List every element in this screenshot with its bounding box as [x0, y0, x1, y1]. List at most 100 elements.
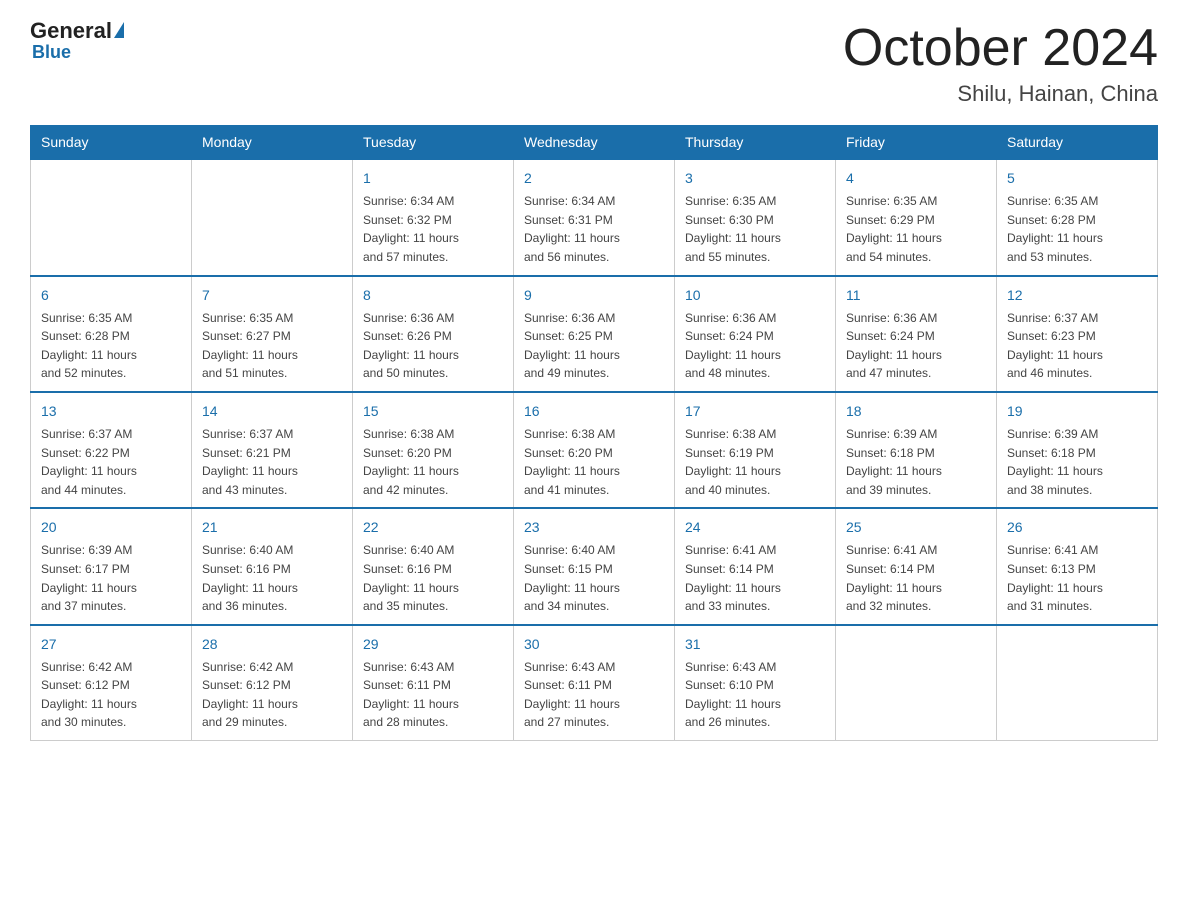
day-info: Sunrise: 6:40 AMSunset: 6:16 PMDaylight:… [202, 541, 342, 615]
day-info: Sunrise: 6:35 AMSunset: 6:30 PMDaylight:… [685, 192, 825, 266]
calendar-cell: 28 Sunrise: 6:42 AMSunset: 6:12 PMDayligh… [192, 625, 353, 741]
day-info: Sunrise: 6:42 AMSunset: 6:12 PMDaylight:… [41, 658, 181, 732]
day-info: Sunrise: 6:36 AMSunset: 6:25 PMDaylight:… [524, 309, 664, 383]
day-info: Sunrise: 6:35 AMSunset: 6:28 PMDaylight:… [1007, 192, 1147, 266]
day-number: 7 [202, 285, 342, 306]
calendar-cell: 4Sunrise: 6:35 AMSunset: 6:29 PMDaylight… [836, 159, 997, 275]
col-sunday: Sunday [31, 126, 192, 160]
page-header: General Blue October 2024 Shilu, Hainan,… [30, 20, 1158, 107]
calendar-cell: 26 Sunrise: 6:41 AMSunset: 6:13 PMDayligh… [997, 508, 1158, 624]
day-info: Sunrise: 6:36 AMSunset: 6:24 PMDaylight:… [846, 309, 986, 383]
day-info: Sunrise: 6:40 AMSunset: 6:16 PMDaylight:… [363, 541, 503, 615]
calendar-cell: 25 Sunrise: 6:41 AMSunset: 6:14 PMDayligh… [836, 508, 997, 624]
logo-general-text: General [30, 20, 112, 42]
calendar-cell: 17 Sunrise: 6:38 AMSunset: 6:19 PMDayligh… [675, 392, 836, 508]
day-number: 25 [846, 517, 986, 538]
day-number: 4 [846, 168, 986, 189]
calendar-header-row: Sunday Monday Tuesday Wednesday Thursday… [31, 126, 1158, 160]
day-number: 20 [41, 517, 181, 538]
day-number: 10 [685, 285, 825, 306]
calendar-cell: 13Sunrise: 6:37 AMSunset: 6:22 PMDayligh… [31, 392, 192, 508]
day-number: 9 [524, 285, 664, 306]
calendar-cell: 24Sunrise: 6:41 AMSunset: 6:14 PMDayligh… [675, 508, 836, 624]
col-thursday: Thursday [675, 126, 836, 160]
week-row-3: 13Sunrise: 6:37 AMSunset: 6:22 PMDayligh… [31, 392, 1158, 508]
day-number: 24 [685, 517, 825, 538]
day-info: Sunrise: 6:35 AMSunset: 6:27 PMDaylight:… [202, 309, 342, 383]
day-number: 23 [524, 517, 664, 538]
day-number: 30 [524, 634, 664, 655]
calendar-cell: 3 Sunrise: 6:35 AMSunset: 6:30 PMDaylight… [675, 159, 836, 275]
day-number: 19 [1007, 401, 1147, 422]
day-info: Sunrise: 6:39 AMSunset: 6:17 PMDaylight:… [41, 541, 181, 615]
day-number: 17 [685, 401, 825, 422]
day-number: 1 [363, 168, 503, 189]
day-number: 16 [524, 401, 664, 422]
day-number: 11 [846, 285, 986, 306]
calendar-cell: 7 Sunrise: 6:35 AMSunset: 6:27 PMDaylight… [192, 276, 353, 392]
day-info: Sunrise: 6:43 AMSunset: 6:10 PMDaylight:… [685, 658, 825, 732]
day-number: 15 [363, 401, 503, 422]
day-info: Sunrise: 6:43 AMSunset: 6:11 PMDaylight:… [363, 658, 503, 732]
col-monday: Monday [192, 126, 353, 160]
calendar-cell: 1Sunrise: 6:34 AMSunset: 6:32 PMDaylight… [353, 159, 514, 275]
calendar-cell: 11 Sunrise: 6:36 AMSunset: 6:24 PMDayligh… [836, 276, 997, 392]
week-row-2: 6 Sunrise: 6:35 AMSunset: 6:28 PMDaylight… [31, 276, 1158, 392]
calendar-cell: 18Sunrise: 6:39 AMSunset: 6:18 PMDayligh… [836, 392, 997, 508]
calendar-cell [997, 625, 1158, 741]
day-info: Sunrise: 6:37 AMSunset: 6:23 PMDaylight:… [1007, 309, 1147, 383]
calendar-cell: 15Sunrise: 6:38 AMSunset: 6:20 PMDayligh… [353, 392, 514, 508]
day-number: 6 [41, 285, 181, 306]
title-block: October 2024 Shilu, Hainan, China [843, 20, 1158, 107]
calendar-cell: 16 Sunrise: 6:38 AMSunset: 6:20 PMDayligh… [514, 392, 675, 508]
day-number: 12 [1007, 285, 1147, 306]
day-info: Sunrise: 6:37 AMSunset: 6:21 PMDaylight:… [202, 425, 342, 499]
day-info: Sunrise: 6:34 AMSunset: 6:31 PMDaylight:… [524, 192, 664, 266]
calendar-cell: 30 Sunrise: 6:43 AMSunset: 6:11 PMDayligh… [514, 625, 675, 741]
calendar-cell: 10 Sunrise: 6:36 AMSunset: 6:24 PMDayligh… [675, 276, 836, 392]
day-info: Sunrise: 6:38 AMSunset: 6:20 PMDaylight:… [524, 425, 664, 499]
day-info: Sunrise: 6:41 AMSunset: 6:14 PMDaylight:… [846, 541, 986, 615]
week-row-1: 1Sunrise: 6:34 AMSunset: 6:32 PMDaylight… [31, 159, 1158, 275]
calendar-cell: 14 Sunrise: 6:37 AMSunset: 6:21 PMDayligh… [192, 392, 353, 508]
logo-triangle-icon [114, 22, 124, 38]
calendar-cell: 27Sunrise: 6:42 AMSunset: 6:12 PMDayligh… [31, 625, 192, 741]
day-info: Sunrise: 6:35 AMSunset: 6:28 PMDaylight:… [41, 309, 181, 383]
calendar-subtitle: Shilu, Hainan, China [843, 81, 1158, 107]
calendar-cell: 31 Sunrise: 6:43 AMSunset: 6:10 PMDayligh… [675, 625, 836, 741]
calendar-cell: 19Sunrise: 6:39 AMSunset: 6:18 PMDayligh… [997, 392, 1158, 508]
day-info: Sunrise: 6:41 AMSunset: 6:13 PMDaylight:… [1007, 541, 1147, 615]
calendar-cell: 29Sunrise: 6:43 AMSunset: 6:11 PMDayligh… [353, 625, 514, 741]
day-number: 5 [1007, 168, 1147, 189]
col-saturday: Saturday [997, 126, 1158, 160]
calendar-cell: 12 Sunrise: 6:37 AMSunset: 6:23 PMDayligh… [997, 276, 1158, 392]
day-info: Sunrise: 6:38 AMSunset: 6:19 PMDaylight:… [685, 425, 825, 499]
col-friday: Friday [836, 126, 997, 160]
day-number: 21 [202, 517, 342, 538]
calendar-cell: 2 Sunrise: 6:34 AMSunset: 6:31 PMDaylight… [514, 159, 675, 275]
day-number: 26 [1007, 517, 1147, 538]
day-info: Sunrise: 6:42 AMSunset: 6:12 PMDaylight:… [202, 658, 342, 732]
day-number: 8 [363, 285, 503, 306]
calendar-cell: 9 Sunrise: 6:36 AMSunset: 6:25 PMDaylight… [514, 276, 675, 392]
calendar-cell [836, 625, 997, 741]
day-info: Sunrise: 6:43 AMSunset: 6:11 PMDaylight:… [524, 658, 664, 732]
day-number: 13 [41, 401, 181, 422]
calendar-cell: 5 Sunrise: 6:35 AMSunset: 6:28 PMDaylight… [997, 159, 1158, 275]
calendar-cell: 20 Sunrise: 6:39 AMSunset: 6:17 PMDayligh… [31, 508, 192, 624]
day-info: Sunrise: 6:36 AMSunset: 6:24 PMDaylight:… [685, 309, 825, 383]
day-info: Sunrise: 6:39 AMSunset: 6:18 PMDaylight:… [846, 425, 986, 499]
col-tuesday: Tuesday [353, 126, 514, 160]
day-number: 14 [202, 401, 342, 422]
day-info: Sunrise: 6:40 AMSunset: 6:15 PMDaylight:… [524, 541, 664, 615]
calendar-cell [31, 159, 192, 275]
day-info: Sunrise: 6:36 AMSunset: 6:26 PMDaylight:… [363, 309, 503, 383]
day-number: 2 [524, 168, 664, 189]
day-number: 31 [685, 634, 825, 655]
calendar-title: October 2024 [843, 20, 1158, 77]
day-number: 28 [202, 634, 342, 655]
day-number: 3 [685, 168, 825, 189]
calendar-cell: 21 Sunrise: 6:40 AMSunset: 6:16 PMDayligh… [192, 508, 353, 624]
logo: General Blue [30, 20, 124, 63]
calendar-cell: 23 Sunrise: 6:40 AMSunset: 6:15 PMDayligh… [514, 508, 675, 624]
